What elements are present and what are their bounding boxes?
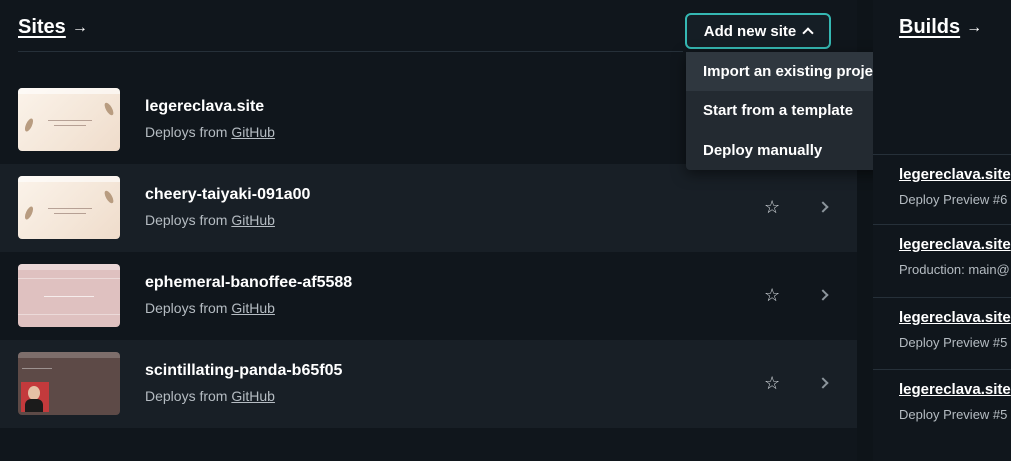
favorite-star-icon[interactable]: ☆ <box>764 286 780 304</box>
site-name[interactable]: legereclava.site <box>145 98 264 116</box>
site-row[interactable]: ephemeral-banoffee-af5588 Deploys from G… <box>0 252 857 340</box>
site-row[interactable]: scintillating-panda-b65f05 Deploys from … <box>0 340 857 428</box>
deploy-prefix: Deploys from <box>145 300 228 316</box>
build-detail: Deploy Preview #6 <box>899 192 1008 207</box>
build-item[interactable]: legereclava.site Deploy Preview #5 <box>873 369 1011 441</box>
favorite-star-icon[interactable]: ☆ <box>764 198 780 216</box>
add-new-site-button[interactable]: Add new site <box>685 13 831 49</box>
site-name[interactable]: scintillating-panda-b65f05 <box>145 362 342 380</box>
build-site-name[interactable]: legereclava.site <box>899 236 1011 253</box>
divider <box>18 51 683 52</box>
build-site-name[interactable]: legereclava.site <box>899 166 1011 183</box>
build-item[interactable]: legereclava.site Deploy Preview #5 <box>873 297 1011 369</box>
deploy-source-link[interactable]: GitHub <box>231 388 275 404</box>
build-detail: Deploy Preview #5 <box>899 407 1008 422</box>
build-item[interactable]: legereclava.site Deploy Preview #6 <box>873 154 1011 224</box>
site-thumbnail[interactable] <box>18 88 120 151</box>
menu-item-label: Import an existing project <box>703 63 887 80</box>
build-item[interactable]: legereclava.site Production: main@ <box>873 224 1011 297</box>
chevron-right-icon[interactable] <box>817 377 829 389</box>
chevron-right-icon[interactable] <box>817 201 829 213</box>
builds-header[interactable]: Builds → <box>899 16 982 39</box>
arrow-right-icon: → <box>71 18 88 36</box>
deploy-prefix: Deploys from <box>145 124 228 140</box>
site-deploy-info: Deploys from GitHub <box>145 300 275 316</box>
favorite-star-icon[interactable]: ☆ <box>764 374 780 392</box>
deploy-source-link[interactable]: GitHub <box>231 212 275 228</box>
menu-item-label: Start from a template <box>703 102 854 119</box>
menu-item-label: Deploy manually <box>703 142 823 159</box>
deploy-prefix: Deploys from <box>145 212 228 228</box>
build-site-name[interactable]: legereclava.site <box>899 309 1011 326</box>
build-site-name[interactable]: legereclava.site <box>899 381 1011 398</box>
site-thumbnail[interactable] <box>18 176 120 239</box>
site-name[interactable]: ephemeral-banoffee-af5588 <box>145 274 352 292</box>
sites-header[interactable]: Sites → <box>18 16 88 39</box>
site-deploy-info: Deploys from GitHub <box>145 212 275 228</box>
deploy-prefix: Deploys from <box>145 388 228 404</box>
site-deploy-info: Deploys from GitHub <box>145 124 275 140</box>
chevron-right-icon[interactable] <box>817 289 829 301</box>
sites-title[interactable]: Sites <box>18 16 66 39</box>
build-detail: Production: main@ <box>899 262 1010 277</box>
builds-panel: Builds → legereclava.site Deploy Preview… <box>873 0 1011 461</box>
site-row[interactable]: cheery-taiyaki-091a00 Deploys from GitHu… <box>0 164 857 252</box>
chevron-up-icon <box>802 27 814 39</box>
site-thumbnail[interactable] <box>18 352 120 415</box>
site-name[interactable]: cheery-taiyaki-091a00 <box>145 186 310 204</box>
build-detail: Deploy Preview #5 <box>899 335 1008 350</box>
deploy-source-link[interactable]: GitHub <box>231 300 275 316</box>
site-thumbnail[interactable] <box>18 264 120 327</box>
builds-title[interactable]: Builds <box>899 16 960 39</box>
site-deploy-info: Deploys from GitHub <box>145 388 275 404</box>
arrow-right-icon: → <box>966 18 983 36</box>
add-new-site-label: Add new site <box>703 22 797 40</box>
deploy-source-link[interactable]: GitHub <box>231 124 275 140</box>
